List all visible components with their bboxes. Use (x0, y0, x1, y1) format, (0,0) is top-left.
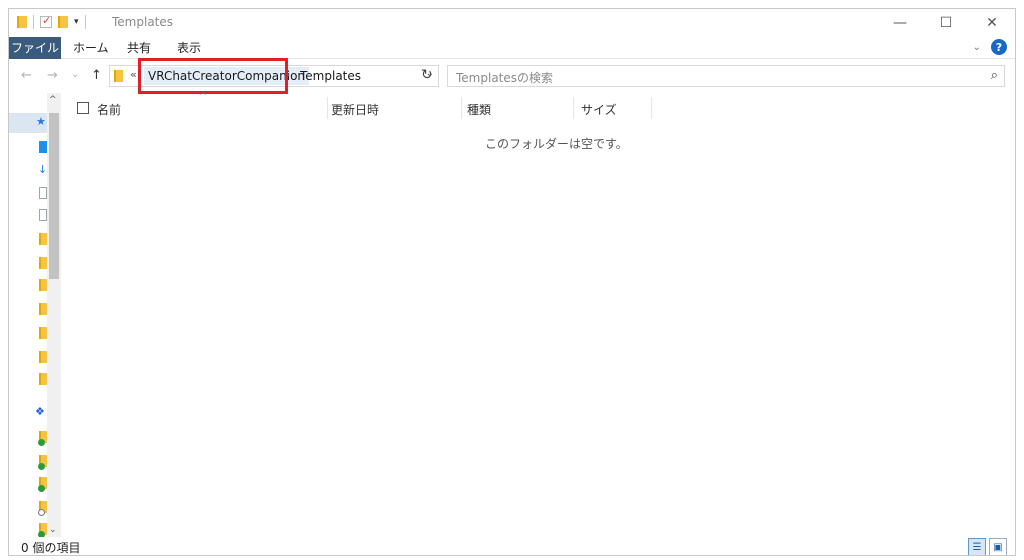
ribbon-right: ⌄ ? (973, 39, 1007, 55)
folder-icon[interactable] (39, 327, 47, 339)
scroll-down-icon[interactable]: ⌄ (49, 525, 57, 535)
column-size[interactable]: サイズ (581, 101, 617, 118)
window-controls: — ☐ ✕ (877, 9, 1015, 37)
close-button[interactable]: ✕ (969, 9, 1015, 37)
sort-indicator-icon: ^ (199, 91, 208, 102)
ribbon-tabs: ファイル ホーム 共有 表示 ⌄ ? (9, 37, 1015, 59)
folder-icon[interactable] (17, 16, 27, 28)
download-icon[interactable]: ↓ (38, 163, 47, 176)
folder-icon[interactable] (39, 257, 47, 269)
item-count: 0 個の項目 (21, 541, 81, 555)
column-modified[interactable]: 更新日時 (331, 101, 379, 118)
scroll-up-icon[interactable]: ^ (49, 95, 57, 105)
column-divider[interactable] (651, 97, 652, 119)
tab-share[interactable]: 共有 (127, 37, 151, 59)
scroll-thumb[interactable] (49, 113, 59, 279)
title-bar: ▾ Templates — ☐ ✕ (9, 9, 1015, 37)
window-title: Templates (112, 15, 174, 29)
empty-folder-message: このフォルダーは空です。 (485, 137, 628, 151)
column-divider[interactable] (573, 97, 574, 119)
status-bar: 0 個の項目 ☰ ▣ (9, 537, 1015, 555)
refresh-button[interactable]: ↻ (421, 67, 433, 83)
select-all-checkbox[interactable] (77, 102, 89, 114)
synced-folder-icon[interactable] (38, 455, 47, 470)
column-divider[interactable] (327, 97, 328, 119)
details-view-button[interactable]: ☰ (968, 538, 986, 555)
breadcrumb-templates[interactable]: Templates (300, 67, 361, 85)
nav-scrollbar[interactable]: ^ ⌄ (47, 93, 61, 537)
folder-icon[interactable] (39, 233, 47, 245)
toolbar-divider (84, 15, 86, 29)
folder-icon[interactable] (39, 373, 47, 385)
folder-icon (114, 70, 123, 82)
tab-file[interactable]: ファイル (9, 37, 61, 59)
folder-icon[interactable] (39, 351, 47, 363)
chevron-down-icon[interactable]: ▾ (74, 17, 79, 27)
view-buttons: ☰ ▣ (968, 538, 1007, 555)
search-icon[interactable]: ⌕ (991, 68, 998, 83)
folder-icon[interactable] (39, 303, 47, 315)
column-type[interactable]: 種類 (467, 101, 491, 118)
recent-locations-button[interactable]: ⌄ (71, 69, 79, 80)
column-divider[interactable] (461, 97, 462, 119)
breadcrumb-overflow[interactable]: « (130, 68, 137, 81)
synced-folder-icon[interactable] (38, 523, 47, 538)
back-button[interactable]: ← (21, 68, 32, 83)
minimize-button[interactable]: — (877, 9, 923, 37)
synced-folder-icon[interactable] (38, 431, 47, 446)
search-placeholder: Templatesの検索 (456, 71, 554, 85)
large-icons-view-button[interactable]: ▣ (989, 538, 1007, 555)
folder-icon[interactable] (39, 279, 47, 291)
help-icon[interactable]: ? (991, 39, 1007, 55)
check-icon[interactable] (40, 14, 52, 28)
maximize-button[interactable]: ☐ (923, 9, 969, 37)
search-box[interactable]: Templatesの検索 ⌕ (447, 65, 1005, 87)
synced-folder-icon[interactable] (38, 477, 47, 492)
up-button[interactable]: ↑ (91, 68, 102, 83)
document-icon[interactable] (39, 187, 47, 199)
pending-folder-icon[interactable] (38, 501, 47, 516)
forward-button[interactable]: → (47, 68, 58, 83)
chevron-down-icon[interactable]: ⌄ (973, 42, 981, 53)
new-folder-icon[interactable] (58, 16, 68, 28)
explorer-window: ▾ Templates — ☐ ✕ ファイル ホーム 共有 表示 ⌄ ? ← →… (8, 8, 1016, 556)
desktop-icon[interactable] (39, 141, 47, 153)
highlight-annotation (138, 58, 288, 94)
pictures-icon[interactable] (39, 209, 47, 221)
column-name[interactable]: 名前 (97, 101, 121, 118)
toolbar-divider (33, 15, 34, 29)
column-header-row: ^ 名前 更新日時 種類 サイズ (69, 91, 1009, 119)
quick-access-toolbar: ▾ (17, 14, 86, 29)
tab-view[interactable]: 表示 (177, 37, 201, 59)
tab-home[interactable]: ホーム (73, 37, 109, 59)
